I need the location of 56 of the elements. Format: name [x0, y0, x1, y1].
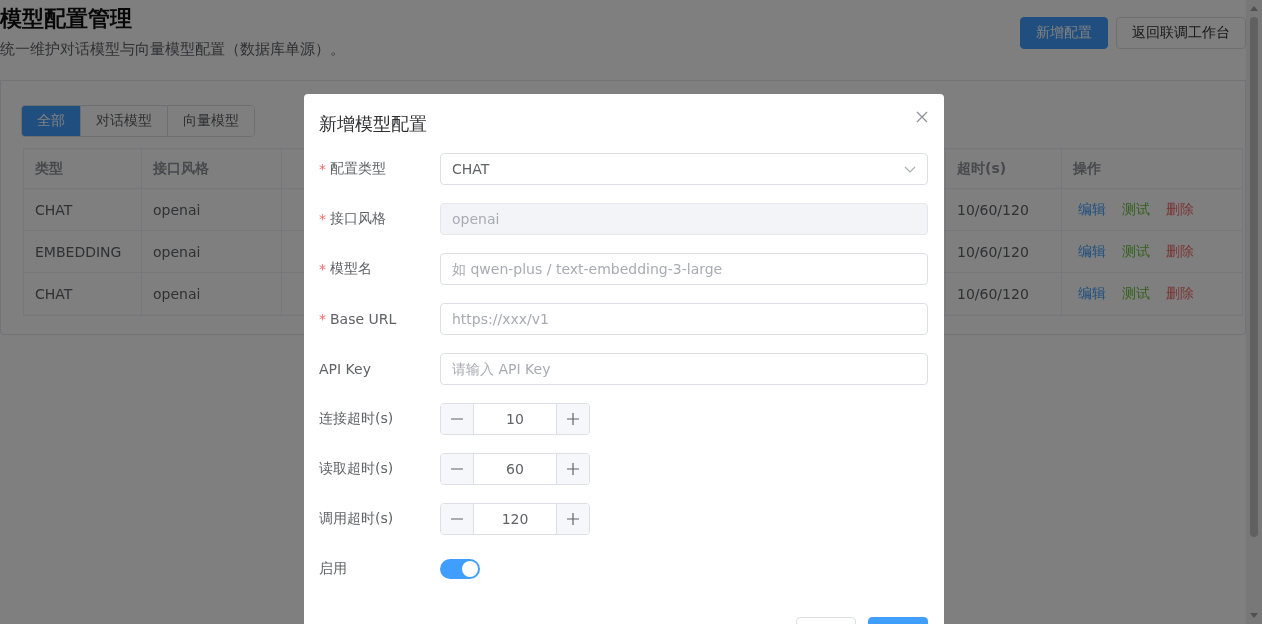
- field-label: 接口风格: [330, 210, 386, 228]
- row-action-link[interactable]: 删除: [1166, 200, 1194, 219]
- table-cell: 10/60/120: [946, 189, 1062, 230]
- field-label: 调用超时(s): [319, 510, 394, 528]
- required-mark: *: [319, 261, 326, 277]
- decrement-button[interactable]: [441, 404, 473, 434]
- row-action-link[interactable]: 删除: [1166, 285, 1194, 303]
- field-label: 读取超时(s): [319, 460, 394, 478]
- row-action-link[interactable]: 测试: [1122, 242, 1150, 261]
- table-cell: CHAT: [24, 189, 142, 230]
- decrement-button[interactable]: [441, 454, 473, 484]
- required-mark: *: [319, 211, 326, 227]
- scroll-down-icon[interactable]: [1250, 613, 1258, 618]
- decrement-button[interactable]: [441, 504, 473, 534]
- header-button[interactable]: 新增配置: [1020, 17, 1108, 49]
- field-label: Base URL: [330, 311, 397, 327]
- table-cell: openai: [142, 273, 282, 315]
- text-field[interactable]: https://xxx/v1: [440, 303, 928, 335]
- field-label: API Key: [319, 361, 371, 377]
- header-button[interactable]: 返回联调工作台: [1116, 17, 1246, 49]
- table-cell: 10/60/120: [946, 273, 1062, 315]
- table-cell: 10/60/120: [946, 231, 1062, 272]
- plus-icon: [567, 513, 579, 525]
- field-label: 模型名: [330, 260, 372, 278]
- text-field[interactable]: 请输入 API Key: [440, 353, 928, 385]
- toggle-switch[interactable]: [440, 559, 480, 579]
- dialog-title: 新增模型配置: [319, 112, 427, 136]
- table-cell: openai: [142, 189, 282, 230]
- row-action-link[interactable]: 编辑: [1078, 285, 1106, 303]
- row-action-link[interactable]: 测试: [1122, 200, 1150, 219]
- table-cell: CHAT: [24, 273, 142, 315]
- text-field[interactable]: 如 qwen-plus / text-embedding-3-large: [440, 253, 928, 285]
- select-field[interactable]: CHAT: [440, 153, 928, 185]
- plus-icon: [567, 463, 579, 475]
- required-mark: *: [319, 161, 326, 177]
- row-action-link[interactable]: 删除: [1166, 242, 1194, 261]
- table-cell: openai: [142, 231, 282, 272]
- page-title: 模型配置管理: [0, 5, 133, 33]
- increment-button[interactable]: [557, 504, 589, 534]
- row-action-link[interactable]: 测试: [1122, 285, 1150, 303]
- filter-tab[interactable]: 全部: [22, 106, 81, 136]
- required-mark: *: [319, 311, 326, 327]
- field-label: 配置类型: [330, 160, 386, 178]
- scroll-up-icon[interactable]: [1250, 6, 1258, 11]
- increment-button[interactable]: [557, 454, 589, 484]
- row-action-link[interactable]: 编辑: [1078, 242, 1106, 261]
- field-label: 连接超时(s): [319, 410, 394, 428]
- table-cell: EMBEDDING: [24, 231, 142, 272]
- increment-button[interactable]: [557, 404, 589, 434]
- scrollbar[interactable]: [1246, 0, 1262, 624]
- field-label: 启用: [319, 560, 347, 578]
- chevron-down-icon: [904, 165, 916, 173]
- close-icon[interactable]: [916, 111, 928, 123]
- page-subtitle: 统一维护对话模型与向量模型配置（数据库单源）。: [0, 40, 345, 59]
- plus-icon: [567, 413, 579, 425]
- row-action-link[interactable]: 编辑: [1078, 200, 1106, 219]
